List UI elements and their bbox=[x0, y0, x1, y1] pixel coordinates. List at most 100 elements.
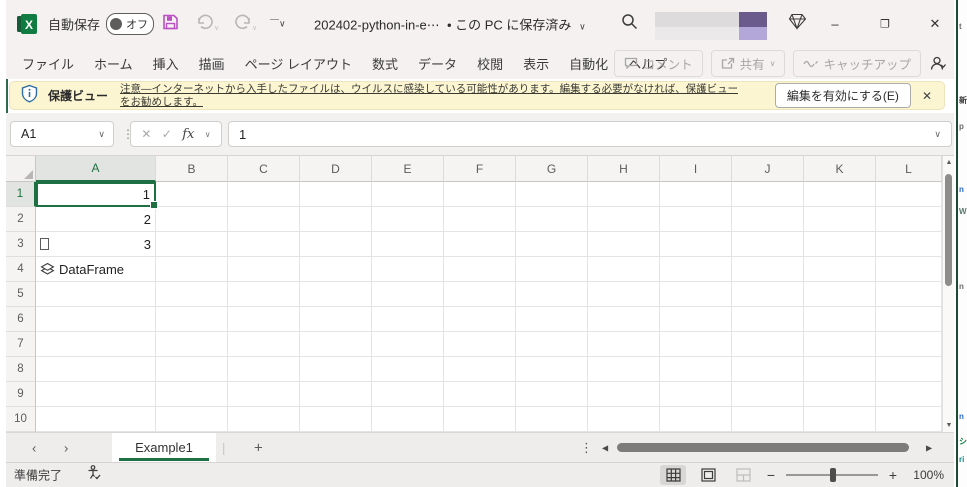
cell-A4[interactable]: DataFrame bbox=[36, 257, 156, 282]
catchup-button[interactable]: キャッチアップ bbox=[793, 50, 921, 77]
cell-L4[interactable] bbox=[876, 257, 942, 282]
cell-F1[interactable] bbox=[444, 182, 516, 207]
undo-icon[interactable]: ∨ bbox=[196, 14, 219, 34]
document-title[interactable]: 202402-python-in-e⋯ • この PC に保存済み ∨ bbox=[314, 14, 586, 33]
cell-G5[interactable] bbox=[516, 282, 588, 307]
user-account-redacted[interactable] bbox=[655, 6, 767, 42]
cell-E2[interactable] bbox=[372, 207, 444, 232]
cell-K10[interactable] bbox=[804, 407, 876, 432]
customize-qat-icon[interactable]: ⎺∨ bbox=[270, 18, 286, 29]
cell-K4[interactable] bbox=[804, 257, 876, 282]
cell-F6[interactable] bbox=[444, 307, 516, 332]
insert-function-icon[interactable]: fx bbox=[182, 127, 194, 142]
cell-D9[interactable] bbox=[300, 382, 372, 407]
zoom-level[interactable]: 100% bbox=[908, 468, 944, 482]
cell-B10[interactable] bbox=[156, 407, 228, 432]
cell-I4[interactable] bbox=[660, 257, 732, 282]
chevron-down-icon[interactable]: ∨ bbox=[579, 21, 586, 31]
cell-C4[interactable] bbox=[228, 257, 300, 282]
cell-A3[interactable]: 3 bbox=[36, 232, 156, 257]
cell-B1[interactable] bbox=[156, 182, 228, 207]
cell-C5[interactable] bbox=[228, 282, 300, 307]
redo-dropdown-icon[interactable]: ∨ bbox=[252, 25, 257, 32]
cell-I5[interactable] bbox=[660, 282, 732, 307]
row-header-4[interactable]: 4 bbox=[6, 257, 36, 282]
cell-D1[interactable] bbox=[300, 182, 372, 207]
cell-A5[interactable] bbox=[36, 282, 156, 307]
cell-A2[interactable]: 2 bbox=[36, 207, 156, 232]
cell-B2[interactable] bbox=[156, 207, 228, 232]
cell-C9[interactable] bbox=[228, 382, 300, 407]
column-header-J[interactable]: J bbox=[732, 156, 804, 182]
cell-G7[interactable] bbox=[516, 332, 588, 357]
cell-G10[interactable] bbox=[516, 407, 588, 432]
cell-D3[interactable] bbox=[300, 232, 372, 257]
cell-E3[interactable] bbox=[372, 232, 444, 257]
autosave-toggle[interactable]: オフ bbox=[106, 13, 154, 35]
ribbon-tab-自動化[interactable]: 自動化 bbox=[559, 49, 618, 78]
cell-I3[interactable] bbox=[660, 232, 732, 257]
column-header-G[interactable]: G bbox=[516, 156, 588, 182]
select-all-corner[interactable] bbox=[6, 156, 36, 182]
share-button[interactable]: 共有 ∨ bbox=[711, 50, 786, 77]
cell-J3[interactable] bbox=[732, 232, 804, 257]
column-header-H[interactable]: H bbox=[588, 156, 660, 182]
minimize-button[interactable]: – bbox=[818, 16, 852, 31]
close-button[interactable]: ✕ bbox=[918, 16, 952, 32]
row-header-2[interactable]: 2 bbox=[6, 207, 36, 232]
column-header-B[interactable]: B bbox=[156, 156, 228, 182]
cell-D5[interactable] bbox=[300, 282, 372, 307]
cell-D10[interactable] bbox=[300, 407, 372, 432]
cell-J5[interactable] bbox=[732, 282, 804, 307]
cell-D6[interactable] bbox=[300, 307, 372, 332]
cell-H4[interactable] bbox=[588, 257, 660, 282]
expand-formula-bar-icon[interactable]: ∨ bbox=[934, 129, 941, 140]
cell-B5[interactable] bbox=[156, 282, 228, 307]
row-header-6[interactable]: 6 bbox=[6, 307, 36, 332]
cell-L1[interactable] bbox=[876, 182, 942, 207]
row-header-9[interactable]: 9 bbox=[6, 382, 36, 407]
cancel-entry-icon[interactable]: ✕ bbox=[141, 127, 151, 141]
maximize-button[interactable]: ❒ bbox=[868, 17, 902, 30]
save-icon[interactable] bbox=[162, 13, 179, 34]
cell-J6[interactable] bbox=[732, 307, 804, 332]
row-header-1[interactable]: 1 bbox=[6, 182, 36, 207]
people-presence-icon[interactable] bbox=[929, 56, 946, 71]
cell-H1[interactable] bbox=[588, 182, 660, 207]
cell-A10[interactable] bbox=[36, 407, 156, 432]
cell-L2[interactable] bbox=[876, 207, 942, 232]
redo-icon[interactable]: ∨ bbox=[234, 14, 257, 34]
ribbon-tab-校閲[interactable]: 校閲 bbox=[467, 49, 513, 78]
ribbon-tab-描画[interactable]: 描画 bbox=[189, 49, 235, 78]
cell-E7[interactable] bbox=[372, 332, 444, 357]
cell-C6[interactable] bbox=[228, 307, 300, 332]
excel-app-icon[interactable]: X bbox=[16, 13, 38, 35]
ribbon-tab-数式[interactable]: 数式 bbox=[362, 49, 408, 78]
enable-editing-button[interactable]: 編集を有効にする(E) bbox=[775, 83, 911, 108]
cell-F10[interactable] bbox=[444, 407, 516, 432]
scroll-down-icon[interactable]: ▼ bbox=[943, 422, 955, 429]
confirm-entry-icon[interactable]: ✓ bbox=[162, 127, 172, 141]
cell-K6[interactable] bbox=[804, 307, 876, 332]
cell-K8[interactable] bbox=[804, 357, 876, 382]
cell-K9[interactable] bbox=[804, 382, 876, 407]
cell-J9[interactable] bbox=[732, 382, 804, 407]
cell-H3[interactable] bbox=[588, 232, 660, 257]
ribbon-tab-表示[interactable]: 表示 bbox=[513, 49, 559, 78]
cell-G4[interactable] bbox=[516, 257, 588, 282]
cell-C1[interactable] bbox=[228, 182, 300, 207]
zoom-slider[interactable] bbox=[786, 474, 878, 476]
cell-G9[interactable] bbox=[516, 382, 588, 407]
cell-C8[interactable] bbox=[228, 357, 300, 382]
formula-input[interactable]: 1 ∨ bbox=[228, 121, 952, 147]
cell-H5[interactable] bbox=[588, 282, 660, 307]
cell-A6[interactable] bbox=[36, 307, 156, 332]
cell-I7[interactable] bbox=[660, 332, 732, 357]
accessibility-checker-icon[interactable] bbox=[86, 465, 102, 486]
chevron-down-icon[interactable]: ∨ bbox=[98, 129, 105, 140]
column-header-A[interactable]: A bbox=[36, 156, 156, 182]
cell-H2[interactable] bbox=[588, 207, 660, 232]
cell-F5[interactable] bbox=[444, 282, 516, 307]
cell-K7[interactable] bbox=[804, 332, 876, 357]
cell-E8[interactable] bbox=[372, 357, 444, 382]
